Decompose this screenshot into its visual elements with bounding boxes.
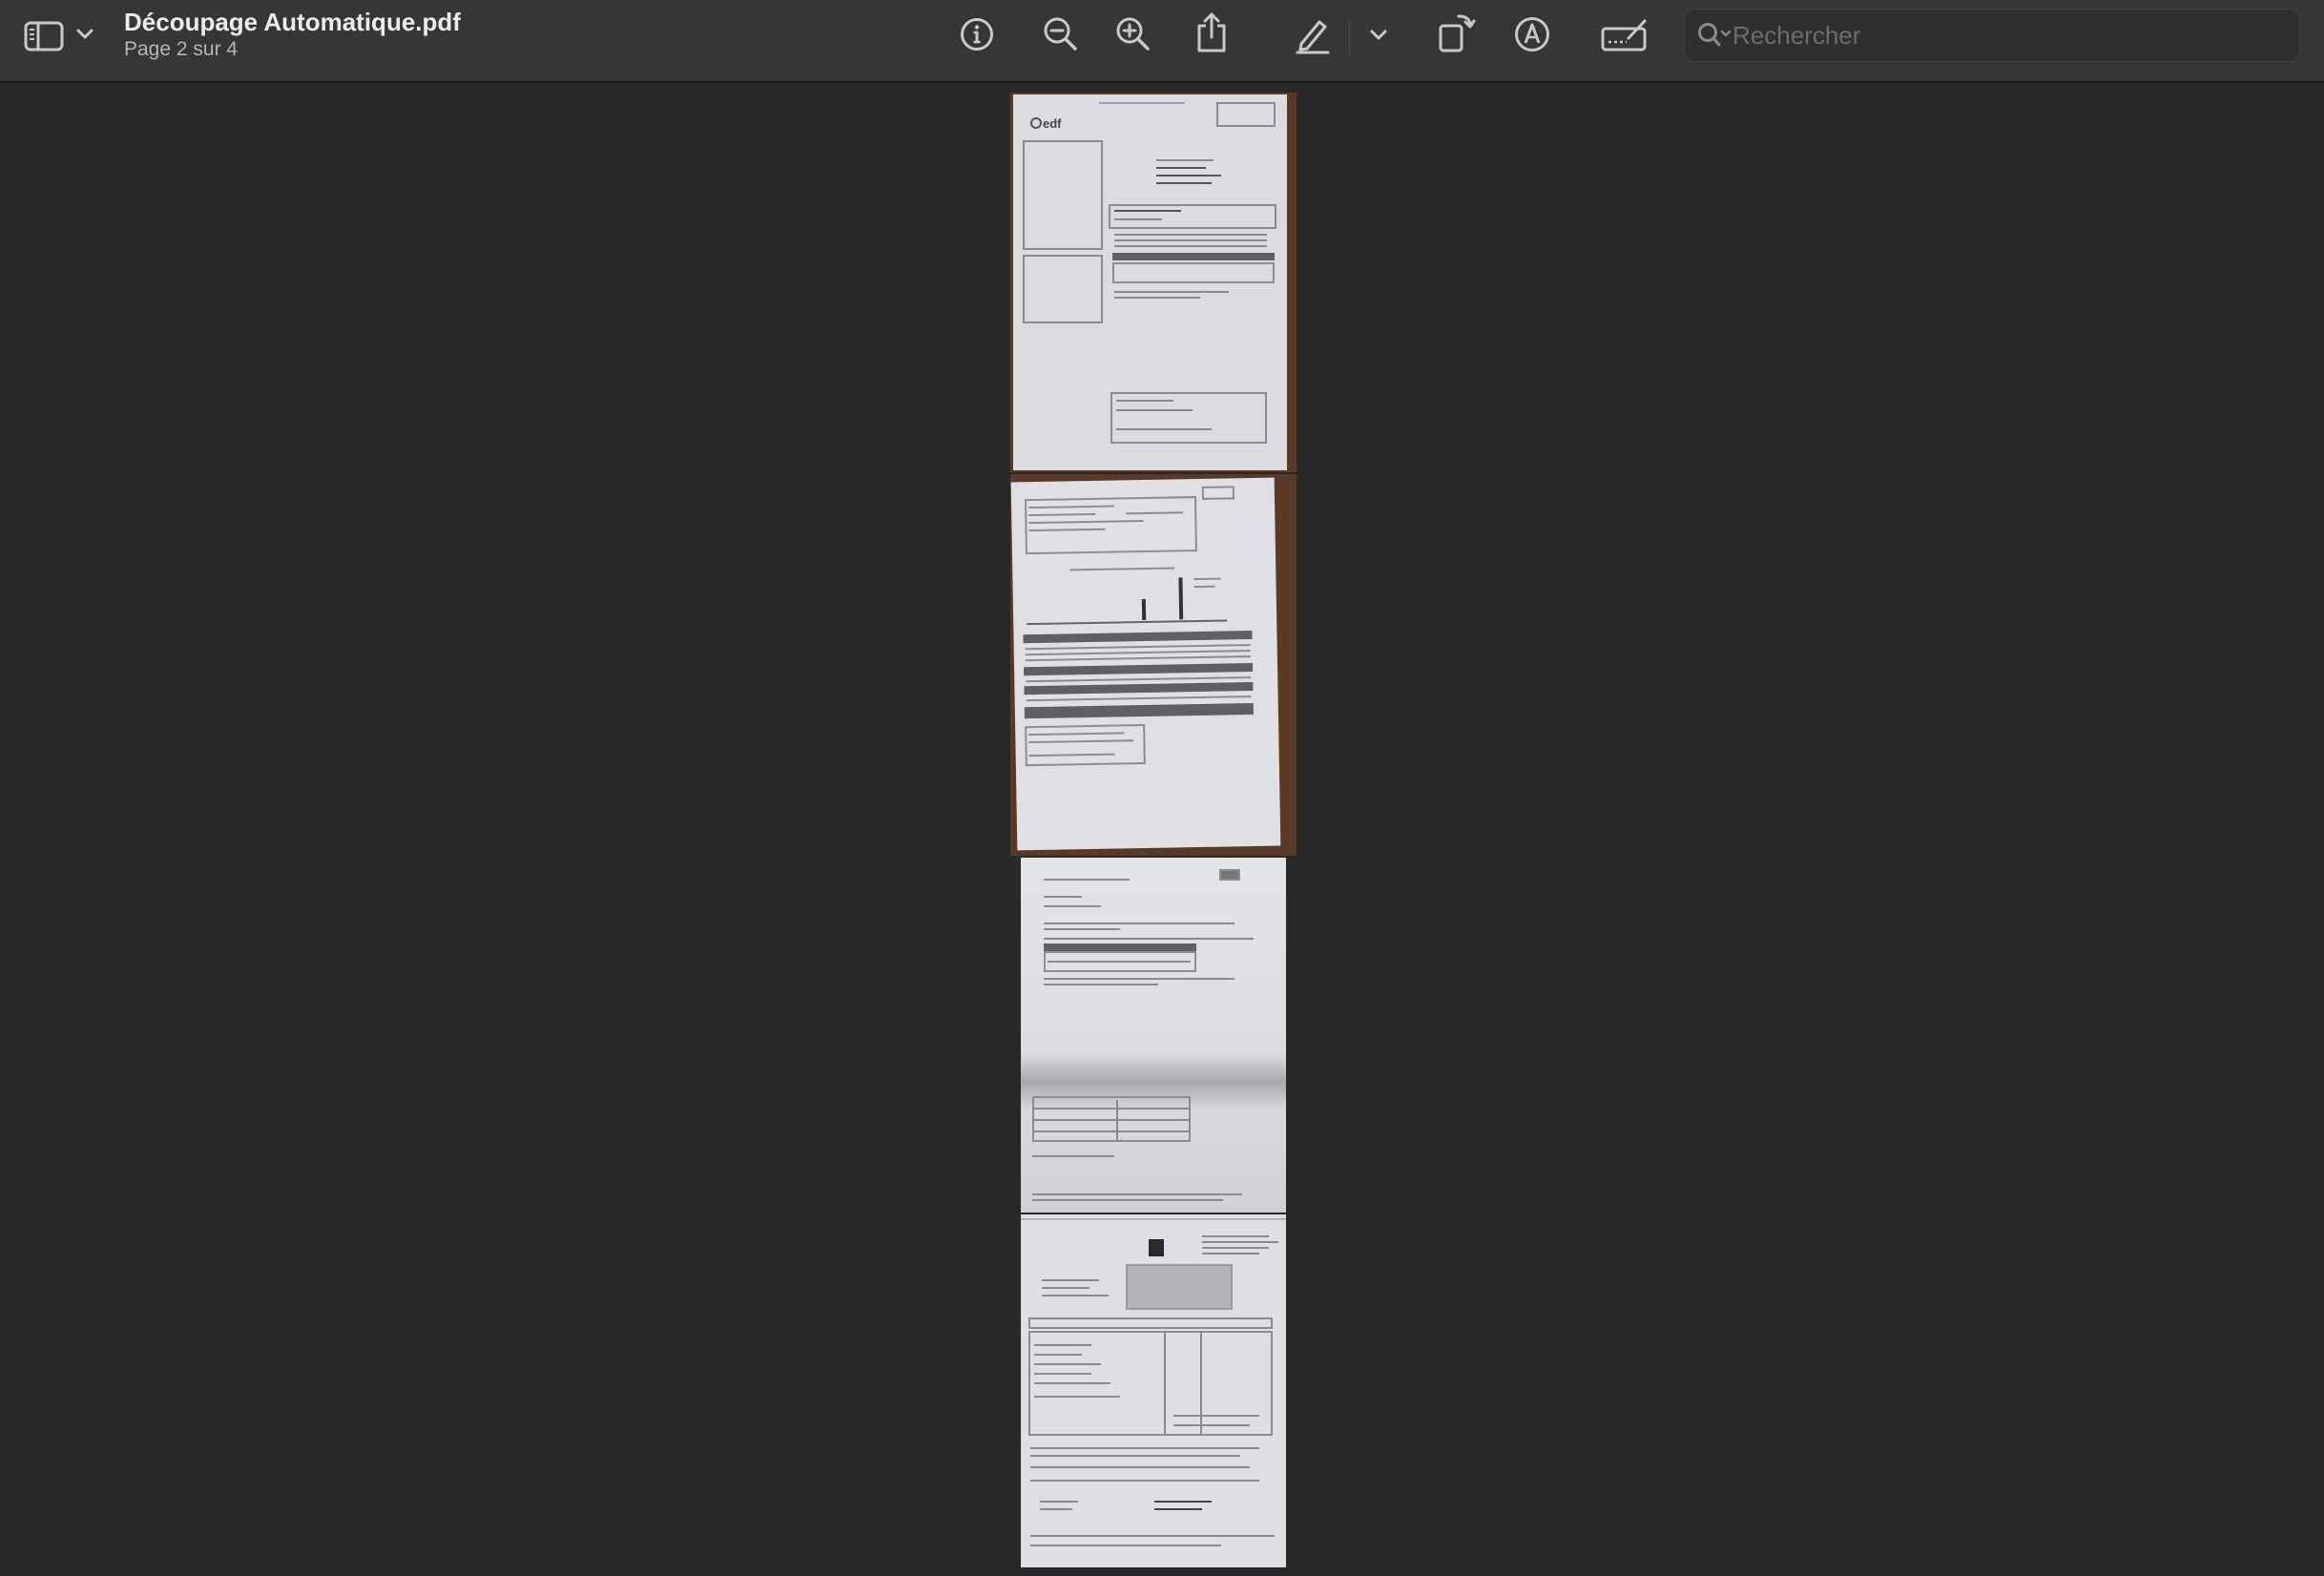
zoom-in-button[interactable]: [1113, 13, 1153, 55]
chevron-down-icon: [76, 29, 93, 39]
page-thumbnail-4[interactable]: [1021, 1214, 1286, 1567]
toolbar-separator: [1349, 19, 1350, 57]
signature-icon: [1601, 19, 1647, 52]
sidebar-menu-button[interactable]: [73, 21, 97, 48]
document-title: Découpage Automatique.pdf: [124, 8, 461, 36]
page-indicator: Page 2 sur 4: [124, 38, 239, 60]
highlight-button[interactable]: [1292, 13, 1334, 55]
search-input[interactable]: [1733, 10, 2286, 61]
sidebar-toggle-button[interactable]: [21, 17, 67, 55]
page-1-paper: edf: [1013, 94, 1287, 470]
share-icon: [1197, 12, 1226, 52]
signature-button[interactable]: [1599, 13, 1650, 55]
page-3-paper: [1021, 858, 1286, 1213]
title-block: Découpage Automatique.pdf Page 2 sur 4: [124, 8, 461, 62]
svg-text:edf: edf: [1043, 116, 1062, 131]
info-icon: [961, 18, 993, 51]
rotate-icon: [1439, 14, 1476, 52]
markup-icon: [1515, 17, 1549, 52]
sidebar-icon: [24, 21, 64, 52]
zoom-out-icon: [1044, 17, 1077, 51]
chevron-down-icon: [1370, 30, 1387, 40]
page-thumbnail-3[interactable]: [1021, 858, 1286, 1213]
toolbar: Découpage Automatique.pdf Page 2 sur 4: [0, 0, 2324, 83]
search-field[interactable]: [1684, 9, 2300, 62]
zoom-out-button[interactable]: [1041, 13, 1081, 55]
zoom-in-icon: [1116, 17, 1150, 51]
page-thumbnail-2[interactable]: [1010, 474, 1297, 856]
info-button[interactable]: [957, 14, 997, 54]
share-button[interactable]: [1193, 10, 1231, 55]
markup-button[interactable]: [1511, 13, 1553, 55]
pencil-icon: [1296, 20, 1330, 54]
edf-logo-icon: edf: [1030, 116, 1062, 131]
highlight-menu-button[interactable]: [1366, 23, 1391, 48]
rotate-button[interactable]: [1435, 10, 1479, 55]
page-thumbnail-1[interactable]: edf: [1010, 93, 1297, 472]
page-2-paper: [1010, 477, 1281, 851]
search-icon: [1698, 23, 1732, 47]
